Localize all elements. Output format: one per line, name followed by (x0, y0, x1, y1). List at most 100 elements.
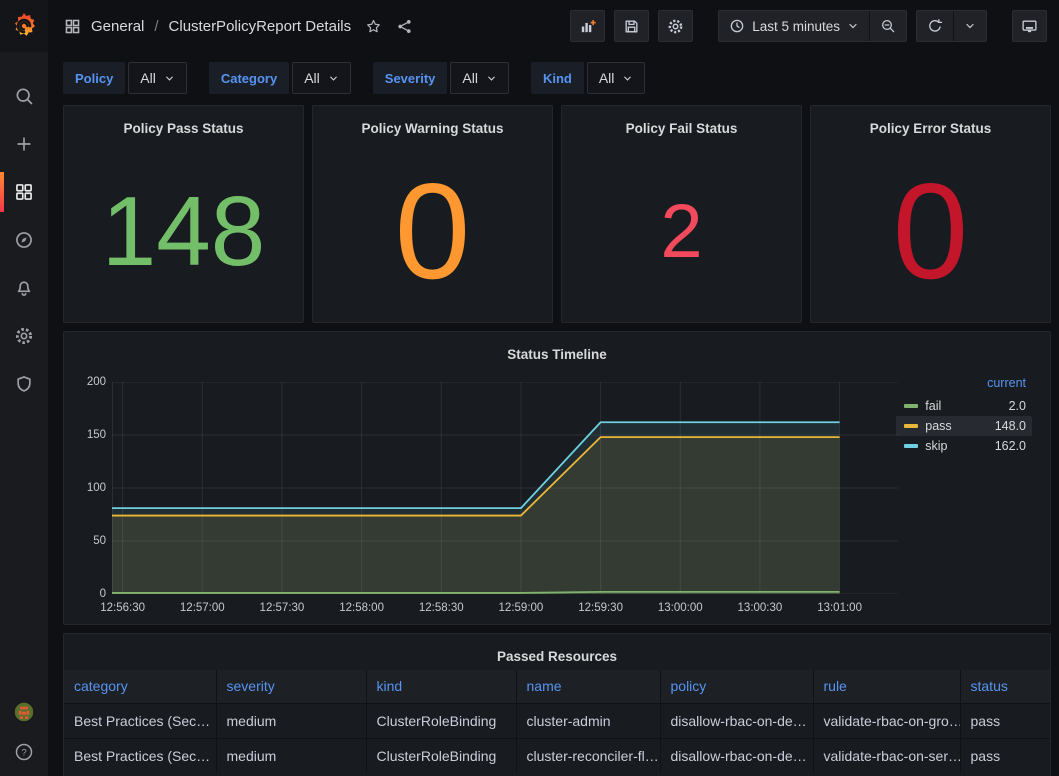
table-row[interactable]: Best Practices (Sec… medium ClusterRoleB… (64, 703, 1050, 738)
time-range-picker[interactable]: Last 5 minutes (719, 11, 869, 41)
x-axis-tick: 12:57:30 (260, 602, 305, 614)
share-button[interactable] (396, 18, 413, 35)
cell-kind: ClusterRoleBinding (366, 703, 516, 738)
cell-category: Best Practices (Sec… (64, 738, 216, 773)
legend-label: pass (925, 419, 951, 433)
cell-status: pass (960, 703, 1050, 738)
y-axis-tick: 200 (72, 376, 106, 388)
filter-severity-select[interactable]: All (450, 62, 509, 94)
filter-kind-select[interactable]: All (587, 62, 646, 94)
col-rule[interactable]: rule (813, 670, 960, 703)
refresh-interval-dropdown[interactable] (953, 11, 986, 41)
cell-policy: disallow-rbac-on-de… (660, 703, 813, 738)
legend-item-fail[interactable]: fail 2.0 (896, 396, 1032, 416)
filter-category-label[interactable]: Category (209, 62, 289, 94)
sidebar-item-alerting[interactable] (0, 278, 48, 298)
legend-value: 2.0 (1009, 399, 1026, 413)
filter-category-select[interactable]: All (292, 62, 351, 94)
user-avatar[interactable] (14, 702, 34, 722)
grafana-logo[interactable] (0, 0, 48, 52)
cell-rule: validate-rbac-on-ser… (813, 738, 960, 773)
legend-swatch-fail (904, 404, 918, 408)
sidebar-menu (0, 86, 48, 394)
sidebar-item-server-admin[interactable] (0, 374, 48, 394)
top-navbar: General / ClusterPolicyReport Details (48, 0, 1059, 52)
col-severity[interactable]: severity (216, 670, 366, 703)
passed-resources-table: category severity kind name policy rule … (64, 670, 1050, 773)
panel-title[interactable]: Policy Warning Status (313, 114, 552, 142)
col-policy[interactable]: policy (660, 670, 813, 703)
col-status[interactable]: status (960, 670, 1050, 703)
y-axis-tick: 0 (72, 588, 106, 600)
main-area: General / ClusterPolicyReport Details (48, 0, 1059, 776)
favorite-star-button[interactable] (365, 18, 382, 35)
sidebar-item-search[interactable] (0, 86, 48, 106)
col-name[interactable]: name (516, 670, 660, 703)
plus-icon (14, 134, 34, 154)
breadcrumb-separator: / (154, 18, 158, 35)
panel-title[interactable]: Policy Error Status (811, 114, 1050, 142)
stat-value-fail: 2 (660, 196, 702, 268)
shield-icon (14, 374, 34, 394)
grafana-logo-icon (9, 11, 39, 41)
x-axis-tick: 13:00:30 (738, 602, 783, 614)
legend-item-skip[interactable]: skip 162.0 (896, 436, 1032, 456)
filter-policy-value: All (140, 70, 156, 86)
help-icon: ? (14, 742, 34, 762)
sidebar-item-configuration[interactable] (0, 326, 48, 346)
gear-icon (14, 326, 34, 346)
sidebar-item-create[interactable] (0, 134, 48, 154)
filter-severity-label[interactable]: Severity (373, 62, 448, 94)
kiosk-mode-button[interactable] (1012, 10, 1047, 42)
legend-value: 162.0 (995, 439, 1026, 453)
cell-name: cluster-admin (516, 703, 660, 738)
panel-title[interactable]: Status Timeline (64, 340, 1050, 368)
filter-kind-label[interactable]: Kind (531, 62, 584, 94)
panel-policy-error-status: Policy Error Status 0 (810, 105, 1051, 323)
timeseries-plot[interactable]: 05010015020012:56:3012:57:0012:57:3012:5… (72, 368, 896, 624)
table-header-row: category severity kind name policy rule … (64, 670, 1050, 703)
save-dashboard-button[interactable] (614, 10, 649, 42)
y-axis-tick: 150 (72, 429, 106, 441)
cell-status: pass (960, 738, 1050, 773)
panel-policy-warning-status: Policy Warning Status 0 (312, 105, 553, 323)
variable-filters: Policy All Category All Severity All (48, 52, 1059, 94)
legend-item-pass[interactable]: pass 148.0 (896, 416, 1032, 436)
filter-category-value: All (304, 70, 320, 86)
clock-icon (729, 18, 745, 34)
cell-severity: medium (216, 738, 366, 773)
panel-title[interactable]: Policy Pass Status (64, 114, 303, 142)
breadcrumb-page-title[interactable]: ClusterPolicyReport Details (169, 18, 352, 35)
settings-gear-icon (667, 18, 684, 35)
chevron-down-icon (486, 73, 497, 84)
breadcrumb-section[interactable]: General (91, 18, 144, 35)
col-kind[interactable]: kind (366, 670, 516, 703)
filter-policy-select[interactable]: All (128, 62, 187, 94)
add-panel-icon (579, 18, 596, 35)
zoom-out-button[interactable] (869, 11, 906, 41)
compass-icon (14, 230, 34, 250)
add-panel-button[interactable] (570, 10, 605, 42)
dashboards-grid-icon (14, 182, 34, 202)
time-picker-group: Last 5 minutes (718, 10, 907, 42)
refresh-button[interactable] (917, 11, 953, 41)
legend-swatch-pass (904, 424, 918, 428)
filter-kind-value: All (599, 70, 615, 86)
cell-severity: medium (216, 703, 366, 738)
panel-policy-fail-status: Policy Fail Status 2 (561, 105, 802, 323)
svg-text:?: ? (21, 748, 26, 759)
share-icon (396, 18, 413, 35)
panel-title[interactable]: Policy Fail Status (562, 114, 801, 142)
table-row[interactable]: Best Practices (Sec… medium ClusterRoleB… (64, 738, 1050, 773)
filter-policy-label[interactable]: Policy (63, 62, 125, 94)
col-category[interactable]: category (64, 670, 216, 703)
sidebar-item-dashboards[interactable] (0, 182, 48, 202)
panel-title[interactable]: Passed Resources (64, 642, 1050, 670)
chevron-down-icon (847, 20, 859, 32)
dashboard-settings-button[interactable] (658, 10, 693, 42)
sidebar: ? (0, 0, 48, 776)
sidebar-item-help[interactable]: ? (14, 742, 34, 762)
sidebar-item-explore[interactable] (0, 230, 48, 250)
legend-value-header[interactable]: current (896, 374, 1032, 396)
filter-category: Category All (209, 62, 351, 94)
